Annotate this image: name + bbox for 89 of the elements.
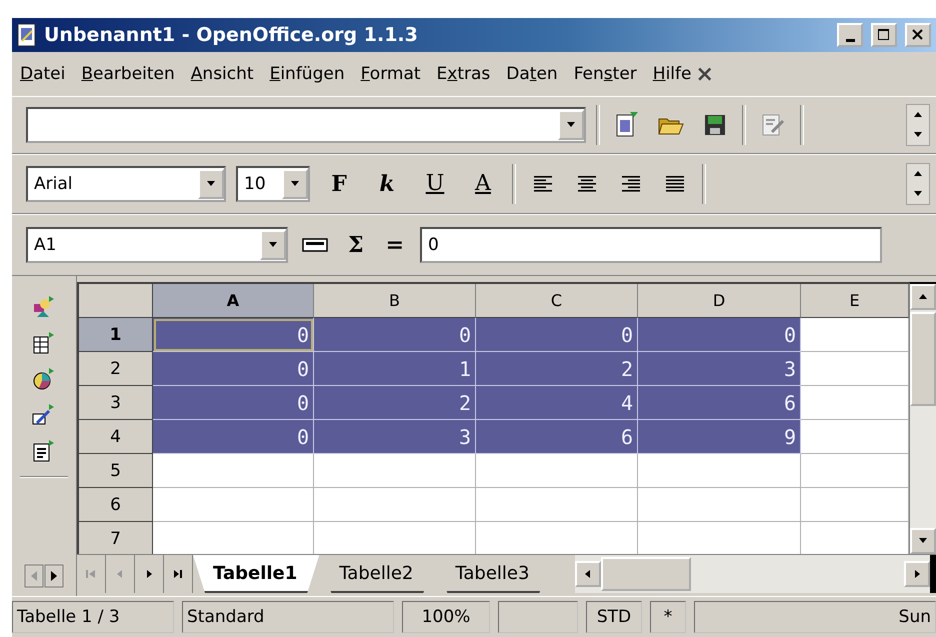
font-name-field[interactable]: Arial bbox=[26, 166, 226, 202]
document-icon bbox=[16, 23, 38, 47]
table-cell[interactable]: 2 bbox=[314, 386, 476, 420]
row-header[interactable]: 6 bbox=[79, 488, 153, 522]
table-cell[interactable]: 3 bbox=[314, 420, 476, 454]
menu-item[interactable]: Einfügen bbox=[264, 60, 355, 88]
menu-item[interactable]: Datei bbox=[14, 60, 76, 88]
menu-item[interactable]: Bearbeiten bbox=[75, 60, 185, 88]
table-cell[interactable] bbox=[153, 488, 314, 522]
last-icon bbox=[172, 568, 184, 580]
table-cell[interactable] bbox=[801, 454, 909, 488]
table-cell[interactable] bbox=[153, 454, 314, 488]
minimize-icon bbox=[846, 38, 854, 42]
table-cell[interactable] bbox=[801, 488, 909, 522]
maximize-button[interactable] bbox=[871, 23, 897, 47]
status-field: * bbox=[650, 601, 686, 633]
table-cell[interactable]: 4 bbox=[476, 386, 638, 420]
sum-button[interactable]: Σ bbox=[342, 232, 370, 258]
window-title: Unbenannt1 - OpenOffice.org 1.1.3 bbox=[44, 24, 419, 46]
corner-header[interactable] bbox=[79, 284, 153, 318]
name-box[interactable]: A1 bbox=[26, 227, 288, 263]
column-header[interactable]: C bbox=[476, 284, 638, 318]
horizontal-scrollbar[interactable] bbox=[575, 555, 936, 593]
font-size-field[interactable]: 10 bbox=[236, 166, 310, 202]
menu-item[interactable]: Fenster bbox=[568, 60, 647, 88]
table-cell[interactable]: 9 bbox=[638, 420, 801, 454]
table-cell[interactable]: 1 bbox=[314, 352, 476, 386]
italic-button[interactable]: k bbox=[368, 166, 406, 202]
column-header[interactable]: B bbox=[314, 284, 476, 318]
table-cell[interactable] bbox=[638, 454, 801, 488]
toolbar-scroll-spinner[interactable] bbox=[906, 104, 930, 146]
status-field: 100% bbox=[402, 601, 490, 633]
table-cell[interactable] bbox=[476, 454, 638, 488]
row-header[interactable]: 5 bbox=[79, 454, 153, 488]
column-header[interactable]: D bbox=[638, 284, 801, 318]
toolbar-scroll-spinner[interactable] bbox=[906, 163, 930, 205]
table-cell[interactable] bbox=[476, 488, 638, 522]
status-field: STD bbox=[586, 601, 642, 633]
table-cell[interactable]: 0 bbox=[314, 318, 476, 352]
close-icon bbox=[911, 28, 925, 42]
table-cell[interactable] bbox=[801, 352, 909, 386]
table-cell[interactable]: 0 bbox=[153, 420, 314, 454]
table-cell[interactable] bbox=[314, 454, 476, 488]
menu-item[interactable]: Extras bbox=[430, 60, 500, 88]
table-cell[interactable] bbox=[638, 488, 801, 522]
table-cell[interactable]: 0 bbox=[476, 318, 638, 352]
cell-reference: A1 bbox=[33, 235, 58, 255]
row-header[interactable]: 2 bbox=[79, 352, 153, 386]
font-size-value: 10 bbox=[243, 174, 267, 194]
row-header[interactable]: 1 bbox=[79, 318, 153, 352]
table-cell[interactable]: 0 bbox=[153, 318, 314, 352]
status-field: Sun bbox=[694, 601, 936, 633]
sidebar-scroll-icon[interactable] bbox=[24, 564, 64, 588]
formula-value: 0 bbox=[427, 235, 440, 255]
column-header[interactable]: E bbox=[801, 284, 909, 318]
font-name-value: Arial bbox=[33, 174, 74, 194]
status-field: Tabelle 1 / 3 bbox=[12, 601, 174, 633]
status-field: Standard bbox=[182, 601, 394, 633]
formula-input[interactable]: 0 bbox=[420, 227, 882, 263]
table-cell[interactable]: 0 bbox=[153, 386, 314, 420]
url-field[interactable] bbox=[26, 107, 586, 143]
table-cell[interactable]: 3 bbox=[638, 352, 801, 386]
table-cell[interactable]: 0 bbox=[638, 318, 801, 352]
table-cell[interactable]: 0 bbox=[153, 352, 314, 386]
column-header[interactable]: A bbox=[153, 284, 314, 318]
vertical-scrollbar[interactable] bbox=[909, 282, 936, 554]
menu-item[interactable]: Ansicht bbox=[184, 60, 264, 88]
function-button[interactable]: = bbox=[380, 232, 410, 258]
font-color-button[interactable]: A bbox=[464, 166, 502, 202]
row-header[interactable]: 4 bbox=[79, 420, 153, 454]
menu-item[interactable]: Daten bbox=[500, 60, 568, 88]
close-button[interactable] bbox=[905, 23, 931, 47]
table-cell[interactable] bbox=[801, 386, 909, 420]
table-cell[interactable]: 6 bbox=[638, 386, 801, 420]
table-cell[interactable] bbox=[801, 420, 909, 454]
menu-item[interactable]: Format bbox=[354, 60, 431, 88]
minimize-button[interactable] bbox=[837, 23, 863, 47]
bold-button[interactable]: F bbox=[320, 166, 358, 202]
table-cell[interactable] bbox=[801, 318, 909, 352]
table-cell[interactable]: 2 bbox=[476, 352, 638, 386]
first-icon bbox=[85, 568, 97, 580]
table-cell[interactable]: 6 bbox=[476, 420, 638, 454]
close-document-button[interactable]: × bbox=[695, 62, 714, 86]
row-header[interactable]: 3 bbox=[79, 386, 153, 420]
sheet-tab[interactable]: Tabelle1 bbox=[193, 555, 320, 593]
row-header[interactable]: 7 bbox=[79, 522, 153, 554]
underline-button[interactable]: U bbox=[416, 166, 454, 202]
table-cell[interactable] bbox=[314, 488, 476, 522]
maximize-icon bbox=[877, 28, 891, 42]
